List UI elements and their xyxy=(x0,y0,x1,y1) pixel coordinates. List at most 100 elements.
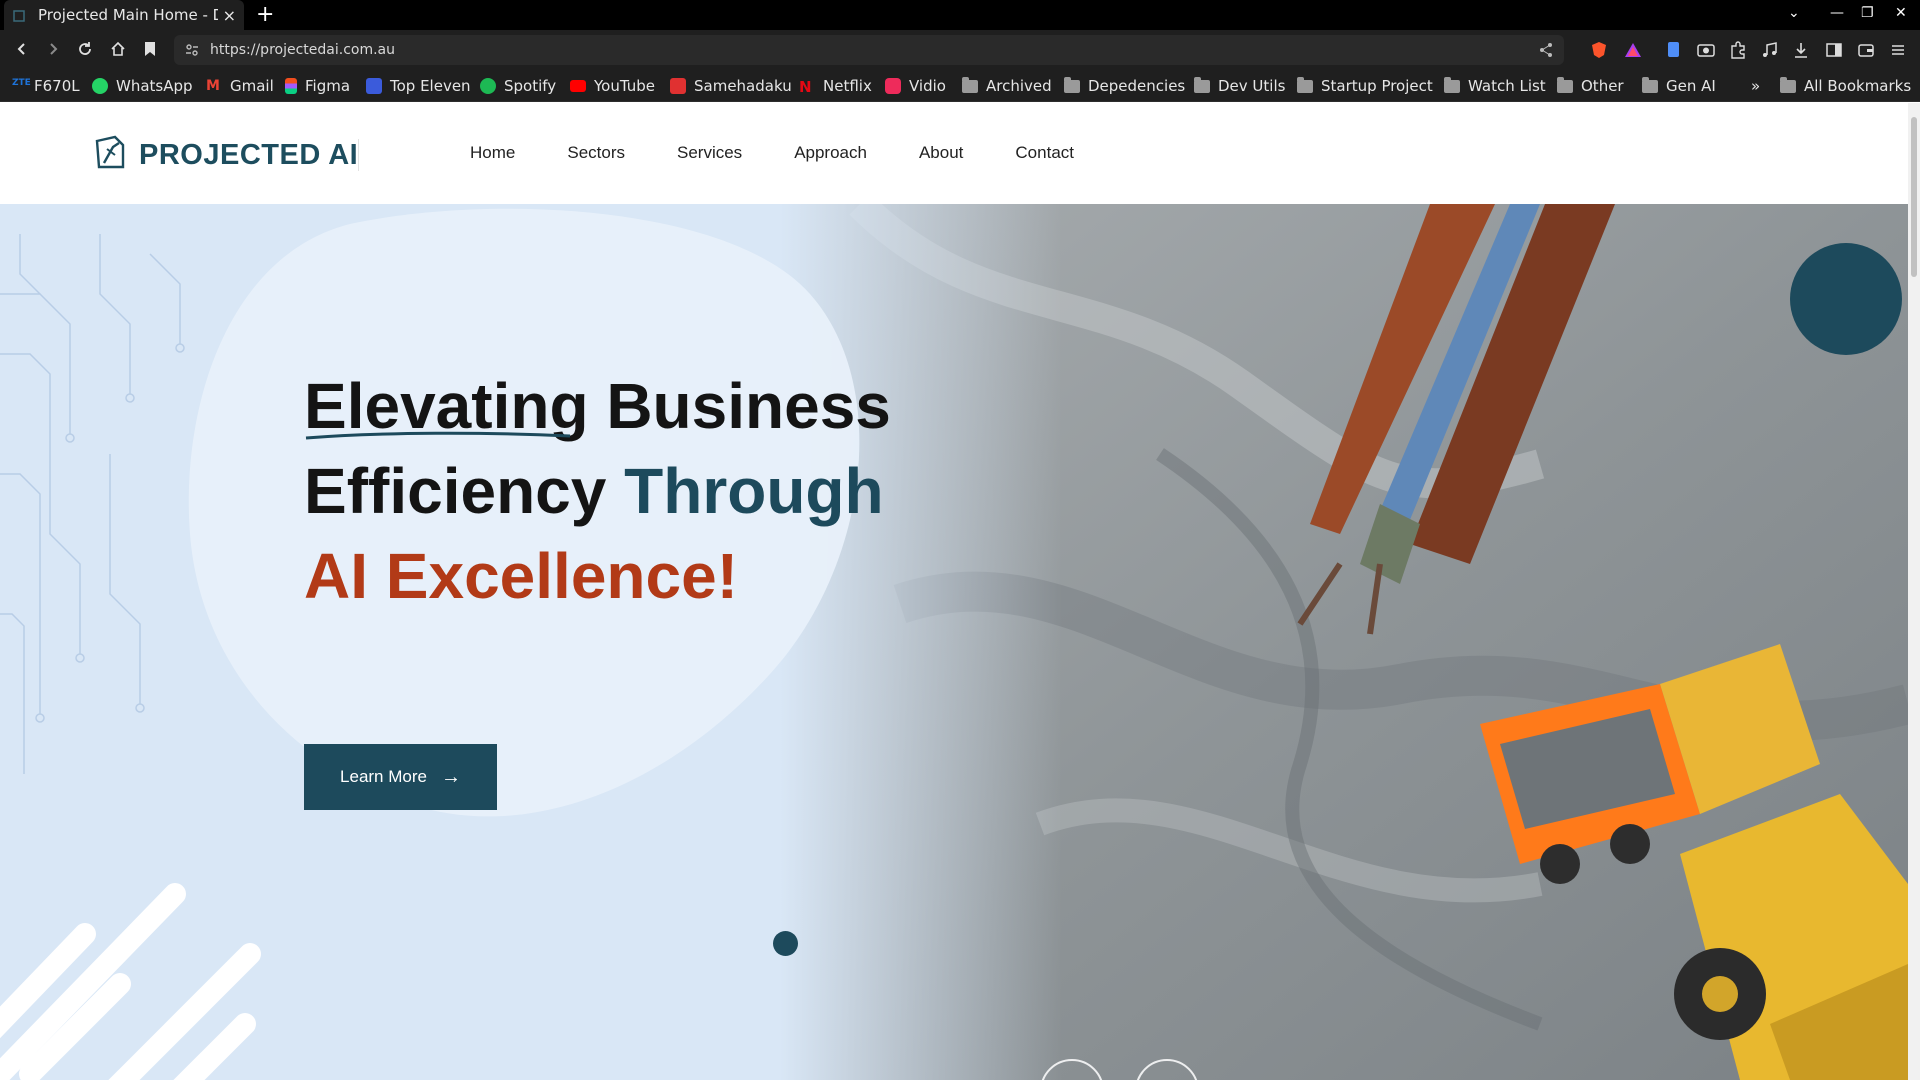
address-bar[interactable]: https://projectedai.com.au xyxy=(174,35,1564,65)
headline-line-2-part-1: Efficiency xyxy=(304,455,625,527)
nav-services[interactable]: Services xyxy=(677,143,742,163)
nav-approach[interactable]: Approach xyxy=(794,143,867,163)
folder-icon xyxy=(1444,76,1460,93)
extensions-puzzle-icon[interactable] xyxy=(1729,41,1747,59)
header-divider xyxy=(358,139,359,171)
url-text: https://projectedai.com.au xyxy=(210,42,395,58)
bookmark-f670l[interactable]: ZTE F670L xyxy=(12,77,80,95)
bookmark-whatsapp[interactable]: WhatsApp xyxy=(92,77,193,95)
logo-mark-icon xyxy=(93,135,127,175)
site-info-icon[interactable] xyxy=(184,42,200,62)
spotify-icon xyxy=(480,78,496,94)
samehadaku-icon xyxy=(670,78,686,94)
site-header: PROJECTED AI Home Sectors Services Appro… xyxy=(0,103,1908,204)
nav-sectors[interactable]: Sectors xyxy=(567,143,625,163)
folder-icon xyxy=(1557,76,1573,93)
home-icon[interactable] xyxy=(108,39,128,59)
folder-icon xyxy=(1780,76,1796,93)
learn-more-button[interactable]: Learn More → xyxy=(304,744,497,810)
bookmark-folder-depedencies[interactable]: Depedencies xyxy=(1064,76,1186,95)
bookmark-label: Gmail xyxy=(230,77,274,95)
bookmark-icon[interactable] xyxy=(140,39,160,59)
browser-tab[interactable]: Projected Main Home - De × xyxy=(4,0,244,30)
folder-icon xyxy=(1642,76,1658,93)
bookmark-netflix[interactable]: N Netflix xyxy=(799,77,872,96)
bookmark-label: Depedencies xyxy=(1088,77,1186,95)
bookmark-label: Watch List xyxy=(1468,77,1546,95)
extension-doc-icon[interactable] xyxy=(1666,41,1684,59)
wallet-icon[interactable] xyxy=(1857,41,1875,59)
site-favicon-icon xyxy=(12,8,26,22)
screenshot-icon[interactable] xyxy=(1697,41,1715,59)
bookmarks-bar: ZTE F670L WhatsApp M Gmail Figma Top Ele… xyxy=(0,70,1920,102)
brave-shield-icon[interactable] xyxy=(1590,41,1608,59)
nav-contact[interactable]: Contact xyxy=(1015,143,1074,163)
tab-title: Projected Main Home - De xyxy=(38,6,218,24)
youtube-icon xyxy=(570,80,586,92)
nav-about[interactable]: About xyxy=(919,143,963,163)
main-nav: Home Sectors Services Approach About Con… xyxy=(470,143,1126,163)
arrow-right-icon: → xyxy=(440,765,461,788)
bookmark-folder-dev-utils[interactable]: Dev Utils xyxy=(1194,76,1286,95)
bookmark-folder-archived[interactable]: Archived xyxy=(962,76,1052,95)
bookmark-gmail[interactable]: M Gmail xyxy=(206,77,274,95)
tab-close-icon[interactable]: × xyxy=(223,6,236,25)
bookmark-label: Spotify xyxy=(504,77,557,95)
bookmark-label: Samehadaku xyxy=(694,77,792,95)
top-eleven-icon xyxy=(366,78,382,94)
minimize-button[interactable]: — xyxy=(1830,5,1844,21)
download-icon[interactable] xyxy=(1792,41,1810,59)
brave-rewards-icon[interactable] xyxy=(1624,41,1642,59)
slider-dot[interactable] xyxy=(773,931,798,956)
bookmark-label: Top Eleven xyxy=(390,77,471,95)
bookmark-spotify[interactable]: Spotify xyxy=(480,77,556,95)
new-tab-button[interactable]: + xyxy=(256,2,274,27)
folder-icon xyxy=(1064,76,1080,93)
forward-icon[interactable] xyxy=(43,39,63,59)
bookmark-vidio[interactable]: Vidio xyxy=(885,77,946,95)
nav-home[interactable]: Home xyxy=(470,143,515,163)
bookmark-folder-gen-ai[interactable]: Gen AI xyxy=(1642,76,1716,95)
bookmarks-overflow-button[interactable]: » xyxy=(1751,77,1760,95)
bookmark-label: WhatsApp xyxy=(116,77,193,95)
web-page: PROJECTED AI Home Sectors Services Appro… xyxy=(0,103,1908,1080)
headline-line-2-part-2: Through xyxy=(624,455,884,527)
bookmark-label: Gen AI xyxy=(1666,77,1716,95)
bookmark-label: Figma xyxy=(305,77,351,95)
folder-icon xyxy=(1194,76,1210,93)
hero-quarry-image xyxy=(780,204,1908,1080)
bookmark-label: Dev Utils xyxy=(1218,77,1286,95)
circle-accent-decoration xyxy=(1790,243,1902,355)
netflix-icon: N xyxy=(799,78,812,96)
tab-list-dropdown-icon[interactable]: ⌄ xyxy=(1788,5,1800,21)
bookmark-youtube[interactable]: YouTube xyxy=(570,77,655,95)
back-icon[interactable] xyxy=(12,39,32,59)
hero-headline: Elevating Business Efficiency Through AI… xyxy=(304,364,891,619)
zte-icon: ZTE xyxy=(12,78,31,88)
page-scrollbar[interactable] xyxy=(1908,103,1920,1080)
music-icon[interactable] xyxy=(1761,41,1779,59)
folder-icon xyxy=(1297,76,1313,93)
bookmark-folder-watch-list[interactable]: Watch List xyxy=(1444,76,1546,95)
bookmark-top-eleven[interactable]: Top Eleven xyxy=(366,77,471,95)
bookmark-folder-startup-project[interactable]: Startup Project xyxy=(1297,76,1433,95)
share-icon[interactable] xyxy=(1538,42,1554,62)
bookmark-label: All Bookmarks xyxy=(1804,77,1912,95)
close-window-button[interactable]: ✕ xyxy=(1895,5,1907,21)
learn-more-label: Learn More xyxy=(340,767,427,786)
bookmark-label: Vidio xyxy=(909,77,946,95)
bookmark-figma[interactable]: Figma xyxy=(285,77,350,95)
menu-icon[interactable] xyxy=(1889,41,1907,59)
bookmark-samehadaku[interactable]: Samehadaku xyxy=(670,77,792,95)
bookmark-label: Netflix xyxy=(823,77,872,95)
restore-button[interactable]: ❐ xyxy=(1861,5,1874,21)
sidebar-icon[interactable] xyxy=(1825,41,1843,59)
site-logo[interactable]: PROJECTED AI xyxy=(93,135,358,175)
reload-icon[interactable] xyxy=(75,39,95,59)
gmail-icon: M xyxy=(206,78,220,94)
vidio-icon xyxy=(885,78,901,94)
headline-line-3: AI Excellence! xyxy=(304,540,738,612)
bookmark-folder-other[interactable]: Other xyxy=(1557,76,1624,95)
all-bookmarks-button[interactable]: All Bookmarks xyxy=(1780,76,1912,95)
scrollbar-thumb[interactable] xyxy=(1911,117,1917,277)
